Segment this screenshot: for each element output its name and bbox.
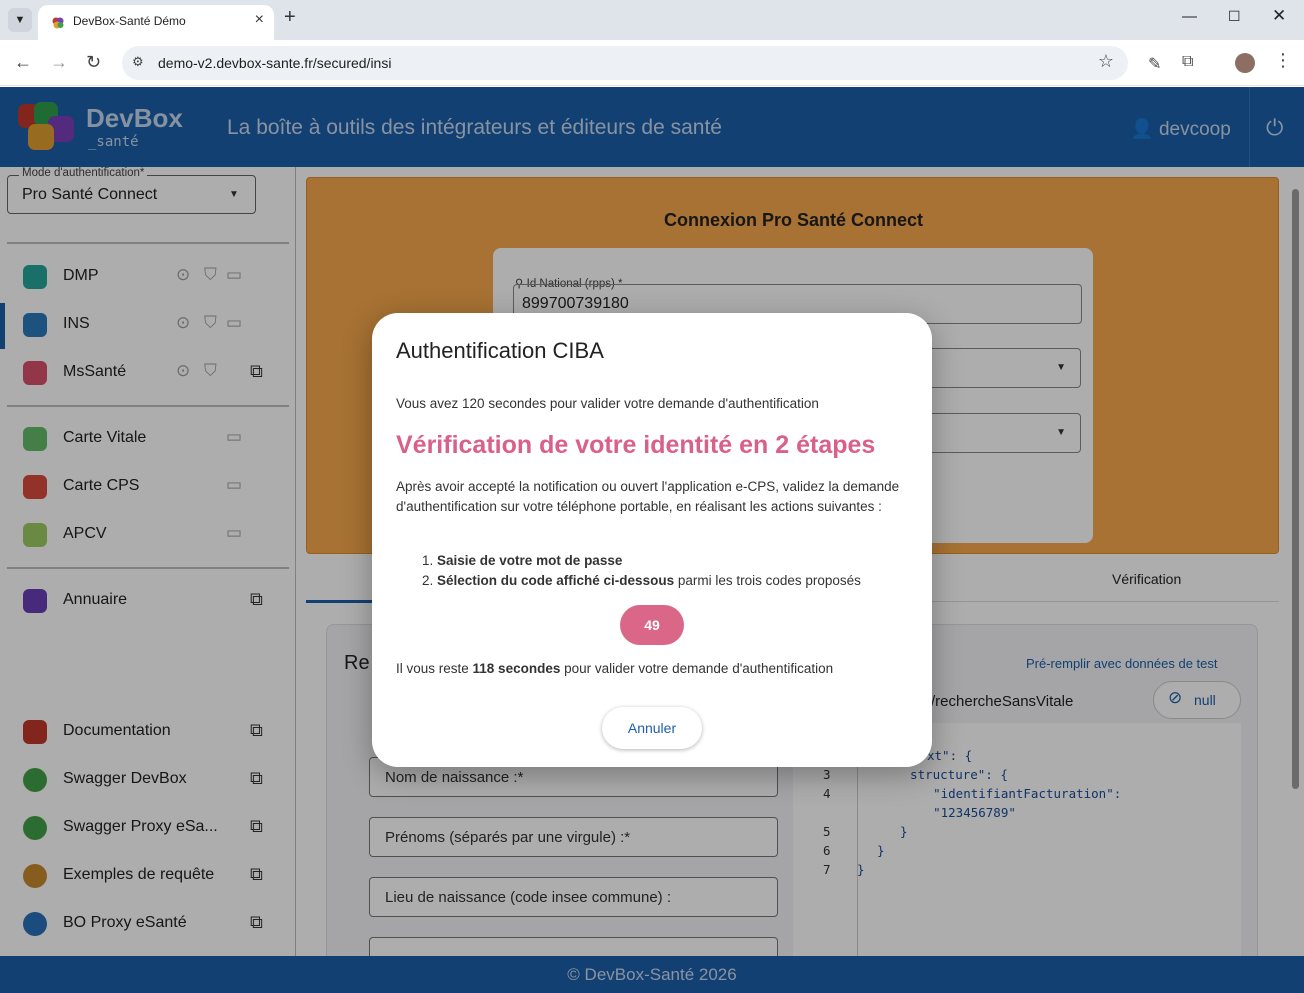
extensions-puzzle-icon[interactable]: ⧉ [1182,53,1193,71]
forward-icon[interactable]: → [50,52,68,73]
dialog-intro: Vous avez 120 secondes pour valider votr… [396,396,819,411]
browser-tab[interactable]: DevBox-Santé Démo × [38,5,274,40]
ciba-dialog: Authentification CIBA Vous avez 120 seco… [372,313,932,767]
verification-code: 49 [620,605,684,645]
minimize-icon[interactable]: — [1182,8,1197,25]
step-2: 2. Sélection du code affiché ci-dessous … [422,573,861,588]
remaining-prefix: Il vous reste [396,661,473,676]
window-close-icon[interactable]: ✕ [1272,6,1286,26]
browser-tab-bar: ▼ DevBox-Santé Démo × + — ☐ ✕ [0,0,1304,40]
step-2-text: Sélection du code affiché ci-dessous [437,573,675,588]
remaining-seconds: 118 secondes [472,661,561,676]
close-tab-icon[interactable]: × [255,11,264,29]
tab-title: DevBox-Santé Démo [73,14,186,28]
dialog-title: Authentification CIBA [396,338,604,363]
profile-avatar[interactable] [1235,53,1255,73]
url-text[interactable]: demo-v2.devbox-sante.fr/secured/insi [158,55,391,71]
step-2-rest: parmi les trois codes proposés [674,573,861,588]
site-info-icon[interactable]: ⚙ [132,54,144,70]
tab-list-button[interactable]: ▼ [8,8,32,32]
extension-pen-icon[interactable]: ✎ [1148,54,1161,74]
dialog-body: Après avoir accepté la notification ou o… [396,479,900,514]
maximize-icon[interactable]: ☐ [1228,8,1241,25]
devbox-favicon-icon [52,17,64,29]
dialog-heading: Vérification de votre identité en 2 étap… [396,431,876,459]
address-bar[interactable]: ⚙ demo-v2.devbox-sante.fr/secured/insi ☆ [122,46,1128,80]
remaining-suffix: pour valider votre demande d'authentific… [560,661,834,676]
step-1: 1. Saisie de votre mot de passe [422,553,623,568]
remaining-time: Il vous reste 118 secondes pour valider … [396,661,833,676]
browser-menu-icon[interactable]: ⋮ [1274,50,1292,71]
bookmark-star-icon[interactable]: ☆ [1098,51,1114,72]
step-1-text: Saisie de votre mot de passe [437,553,623,568]
reload-icon[interactable]: ↻ [86,52,101,73]
new-tab-icon[interactable]: + [284,6,296,29]
browser-toolbar: ← → ↻ ⚙ demo-v2.devbox-sante.fr/secured/… [0,40,1304,86]
cancel-button[interactable]: Annuler [602,707,702,749]
back-icon[interactable]: ← [14,52,32,73]
